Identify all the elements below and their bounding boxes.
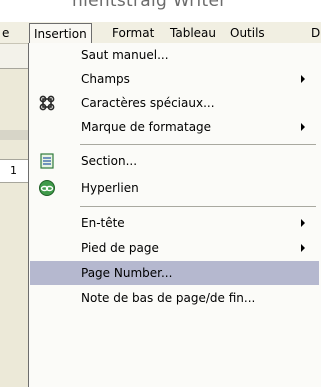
menu-item-marque-formatage[interactable]: Marque de formatage	[30, 115, 319, 139]
menu-edit[interactable]: e	[0, 25, 13, 41]
toolbar-divider	[0, 68, 28, 69]
menu-item-pied-de-page[interactable]: Pied de page	[30, 236, 319, 260]
window-title-bar: hientstraig Writer	[0, 0, 321, 22]
submenu-arrow-icon	[301, 244, 305, 252]
menu-separator	[80, 144, 316, 145]
menu-item-en-tete[interactable]: En-tête	[30, 211, 319, 235]
menu-outils[interactable]: Outils	[226, 25, 269, 41]
hyperlink-icon	[38, 179, 56, 197]
menu-item-label: Hyperlien	[81, 181, 139, 195]
command-key-icon	[38, 94, 56, 112]
menu-item-label: Note de bas de page/de fin...	[81, 291, 256, 305]
menu-item-label: Page Number...	[81, 266, 173, 280]
menu-item-label: Pied de page	[81, 241, 159, 255]
toolbar-remnant	[0, 44, 28, 68]
insertion-dropdown-menu: Saut manuel... Champs Caractères spéciau…	[28, 43, 321, 387]
menu-item-note-bas-de-page[interactable]: Note de bas de page/de fin...	[30, 286, 319, 310]
menu-item-label: Marque de formatage	[81, 120, 212, 134]
window-title: hientstraig Writer	[72, 0, 227, 11]
submenu-arrow-icon	[301, 219, 305, 227]
menu-format[interactable]: Format	[108, 25, 158, 41]
menu-item-caracteres-speciaux[interactable]: Caractères spéciaux...	[30, 91, 319, 115]
menu-insertion[interactable]: Insertion	[29, 23, 92, 44]
menu-item-section[interactable]: Section...	[30, 149, 319, 173]
menu-item-label: Champs	[81, 72, 130, 86]
menu-item-saut-manuel[interactable]: Saut manuel...	[30, 43, 319, 67]
menu-separator	[80, 206, 316, 207]
menu-item-champs[interactable]: Champs	[30, 67, 319, 91]
menu-item-page-number[interactable]: Page Number...	[30, 261, 319, 285]
ruler-remnant	[0, 130, 28, 140]
menu-item-label: En-tête	[81, 216, 125, 230]
menu-bar: e Insertion Format Tableau Outils D	[0, 22, 321, 44]
menu-more[interactable]: D	[307, 25, 321, 41]
menu-item-label: Caractères spéciaux...	[81, 96, 215, 110]
submenu-arrow-icon	[301, 75, 305, 83]
submenu-arrow-icon	[301, 123, 305, 131]
menu-item-label: Saut manuel...	[81, 48, 169, 62]
menu-item-hyperlien[interactable]: Hyperlien	[30, 176, 319, 200]
ruler-number: 1	[10, 164, 17, 177]
section-icon	[38, 152, 56, 170]
menu-item-label: Section...	[81, 154, 138, 168]
menu-tableau[interactable]: Tableau	[166, 25, 220, 41]
